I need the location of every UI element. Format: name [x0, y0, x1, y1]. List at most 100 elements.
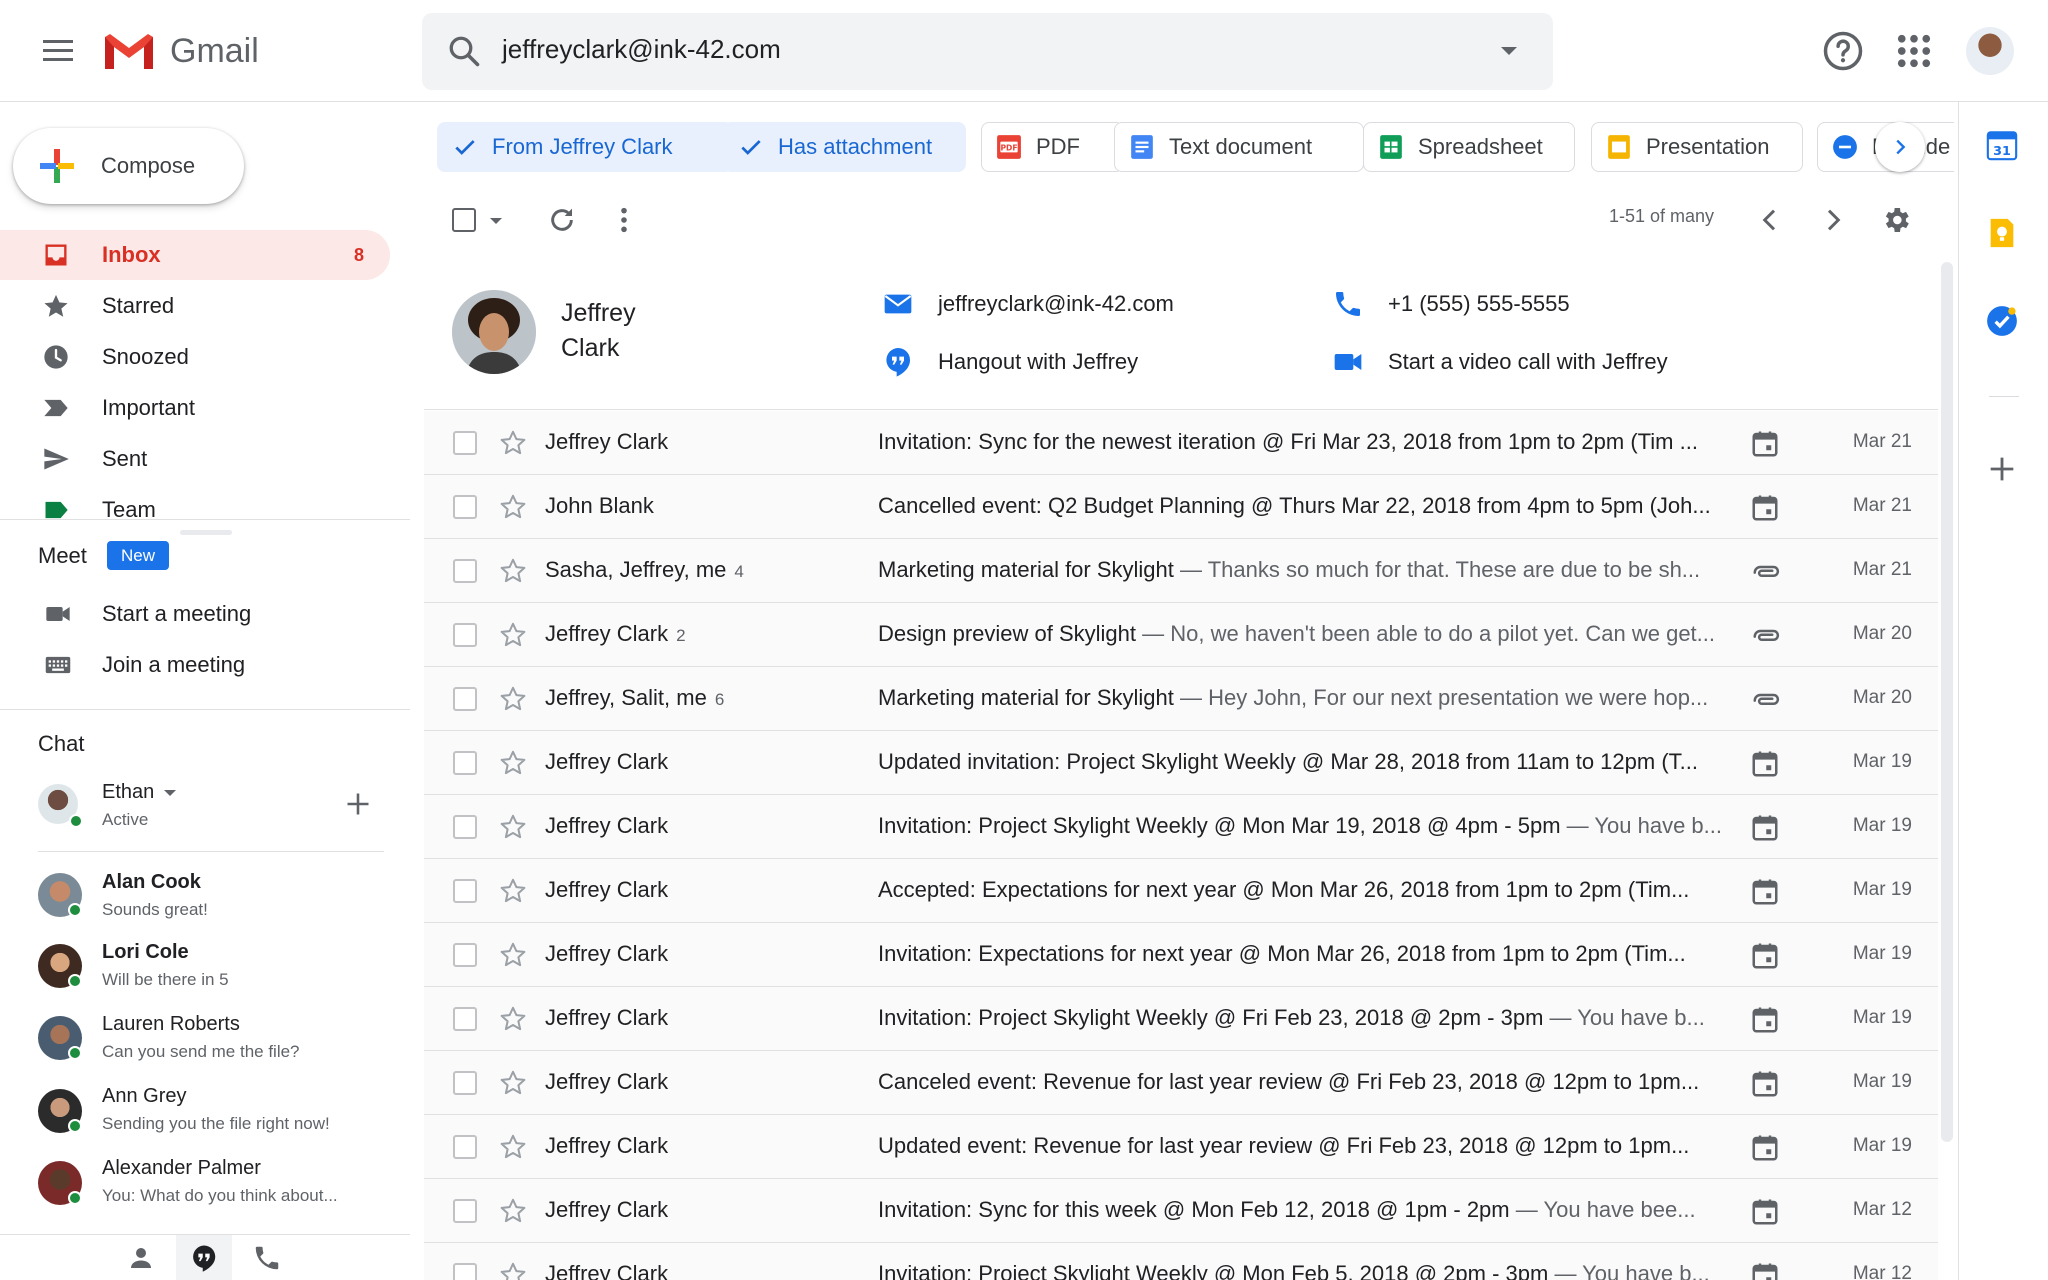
select-all-checkbox[interactable]: [452, 208, 476, 232]
row-checkbox[interactable]: [453, 1135, 477, 1159]
calendar-icon[interactable]: [1750, 877, 1782, 907]
keep-app-icon[interactable]: [1985, 216, 2019, 250]
gmail-logo[interactable]: Gmail: [102, 28, 259, 74]
row-checkbox[interactable]: [453, 431, 477, 455]
row-checkbox[interactable]: [453, 879, 477, 903]
join-meeting-item[interactable]: Join a meeting: [0, 641, 400, 689]
resize-handle[interactable]: [180, 530, 232, 535]
chip-text-document[interactable]: Text document: [1114, 122, 1364, 172]
email-row[interactable]: Jeffrey Clark Invitation: Project Skyligh…: [424, 795, 1938, 859]
select-options-caret-icon[interactable]: [490, 218, 502, 224]
settings-gear-icon[interactable]: [1880, 204, 1912, 236]
email-row[interactable]: Jeffrey Clark Invitation: Sync for the ne…: [424, 411, 1938, 475]
calendar-icon[interactable]: [1750, 1069, 1782, 1099]
calendar-icon[interactable]: [1750, 813, 1782, 843]
attachment-icon[interactable]: [1750, 685, 1782, 715]
email-row[interactable]: Jeffrey Clark Accepted: Expectations for …: [424, 859, 1938, 923]
search-options-caret-icon[interactable]: [1501, 47, 1517, 55]
email-row[interactable]: Jeffrey Clark Updated invitation: Project…: [424, 731, 1938, 795]
star-toggle-icon[interactable]: [498, 876, 528, 906]
row-checkbox[interactable]: [453, 751, 477, 775]
calendar-icon[interactable]: [1750, 493, 1782, 523]
star-toggle-icon[interactable]: [498, 812, 528, 842]
email-row[interactable]: Jeffrey Clark Invitation: Expectations fo…: [424, 923, 1938, 987]
star-toggle-icon[interactable]: [498, 1132, 528, 1162]
account-avatar[interactable]: [1966, 27, 2014, 75]
sidebar-item-snoozed[interactable]: Snoozed: [0, 332, 390, 382]
contacts-person-icon[interactable]: [126, 1243, 156, 1273]
search-icon[interactable]: [446, 33, 482, 69]
email-row[interactable]: Sasha, Jeffrey, me 4 Marketing material fo…: [424, 539, 1938, 603]
calendar-icon[interactable]: [1750, 941, 1782, 971]
attachment-icon[interactable]: [1750, 621, 1782, 651]
list-scrollbar[interactable]: [1941, 262, 1953, 1142]
main-menu-button[interactable]: [38, 30, 78, 70]
add-addon-icon[interactable]: [1985, 452, 2019, 486]
chip-presentation[interactable]: Presentation: [1591, 122, 1803, 172]
row-checkbox[interactable]: [453, 815, 477, 839]
contact-phone-row[interactable]: +1 (555) 555-5555: [1332, 288, 1570, 320]
email-row[interactable]: Jeffrey Clark Updated event: Revenue for …: [424, 1115, 1938, 1179]
contact-avatar[interactable]: [452, 290, 536, 374]
tasks-app-icon[interactable]: [1985, 304, 2019, 338]
calendar-icon[interactable]: [1750, 1261, 1782, 1280]
calendar-app-icon[interactable]: 31: [1985, 128, 2019, 162]
chevron-right-icon[interactable]: [1817, 204, 1849, 236]
star-toggle-icon[interactable]: [498, 1196, 528, 1226]
star-toggle-icon[interactable]: [498, 620, 528, 650]
sidebar-item-sent[interactable]: Sent: [0, 434, 390, 484]
row-checkbox[interactable]: [453, 943, 477, 967]
email-row[interactable]: Jeffrey Clark Invitation: Project Skyligh…: [424, 1243, 1938, 1280]
self-status-menu[interactable]: Ethan: [102, 781, 177, 804]
chips-scroll-next-button[interactable]: [1875, 122, 1925, 172]
contact-email-row[interactable]: jeffreyclark@ink-42.com: [882, 288, 1174, 320]
contact-hangout-row[interactable]: Hangout with Jeffrey: [882, 346, 1138, 378]
sidebar-item-team[interactable]: Team: [0, 485, 390, 520]
add-chat-icon[interactable]: [344, 790, 372, 818]
hangouts-chat-icon[interactable]: [189, 1243, 219, 1273]
email-row[interactable]: Jeffrey Clark Invitation: Project Skyligh…: [424, 987, 1938, 1051]
row-checkbox[interactable]: [453, 1263, 477, 1280]
sidebar-item-starred[interactable]: Starred: [0, 281, 390, 331]
row-checkbox[interactable]: [453, 1199, 477, 1223]
calendar-icon[interactable]: [1750, 1197, 1782, 1227]
compose-button[interactable]: Compose: [13, 128, 244, 204]
row-checkbox[interactable]: [453, 623, 477, 647]
chip-spreadsheet[interactable]: Spreadsheet: [1363, 122, 1575, 172]
row-checkbox[interactable]: [453, 687, 477, 711]
apps-grid-icon[interactable]: [1893, 30, 1935, 72]
attachment-icon[interactable]: [1750, 557, 1782, 587]
help-icon[interactable]: [1822, 30, 1864, 72]
row-checkbox[interactable]: [453, 1071, 477, 1095]
more-vert-icon[interactable]: [608, 204, 640, 236]
star-toggle-icon[interactable]: [498, 1004, 528, 1034]
star-toggle-icon[interactable]: [498, 1260, 528, 1280]
email-row[interactable]: John Blank Cancelled event: Q2 Budget Pla…: [424, 475, 1938, 539]
email-row[interactable]: Jeffrey, Salit, me 6 Marketing material fo…: [424, 667, 1938, 731]
refresh-icon[interactable]: [546, 204, 578, 236]
star-toggle-icon[interactable]: [498, 748, 528, 778]
star-toggle-icon[interactable]: [498, 428, 528, 458]
email-row[interactable]: Jeffrey Clark Canceled event: Revenue for…: [424, 1051, 1938, 1115]
chevron-left-icon[interactable]: [1754, 204, 1786, 236]
chip-from-jeffrey-clark[interactable]: From Jeffrey Clark: [437, 122, 733, 172]
star-toggle-icon[interactable]: [498, 492, 528, 522]
contact-video-row[interactable]: Start a video call with Jeffrey: [1332, 346, 1668, 378]
star-toggle-icon[interactable]: [498, 940, 528, 970]
chip-has-attachment[interactable]: Has attachment: [723, 122, 966, 172]
email-row[interactable]: Jeffrey Clark Invitation: Sync for this w…: [424, 1179, 1938, 1243]
phone-icon[interactable]: [252, 1243, 282, 1273]
sidebar-item-important[interactable]: Important: [0, 383, 390, 433]
sidebar-item-inbox[interactable]: Inbox 8: [0, 230, 390, 280]
search-bar[interactable]: jeffreyclark@ink-42.com: [422, 13, 1553, 90]
row-checkbox[interactable]: [453, 495, 477, 519]
star-toggle-icon[interactable]: [498, 684, 528, 714]
email-row[interactable]: Jeffrey Clark 2 Design preview of Skylight…: [424, 603, 1938, 667]
row-checkbox[interactable]: [453, 559, 477, 583]
chip-pdf[interactable]: PDF PDF: [981, 122, 1124, 172]
star-toggle-icon[interactable]: [498, 1068, 528, 1098]
row-checkbox[interactable]: [453, 1007, 477, 1031]
calendar-icon[interactable]: [1750, 1133, 1782, 1163]
start-meeting-item[interactable]: Start a meeting: [0, 590, 400, 638]
calendar-icon[interactable]: [1750, 749, 1782, 779]
